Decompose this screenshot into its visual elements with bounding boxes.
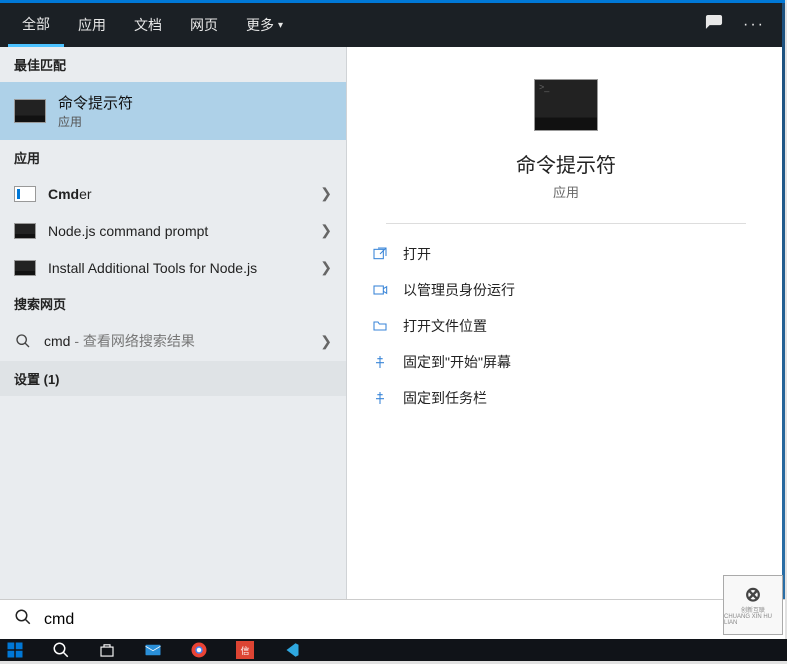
section-best-match: 最佳匹配 — [0, 47, 346, 82]
admin-icon — [371, 281, 389, 299]
result-web-search[interactable]: cmd - 查看网络搜索结果 ❯ — [0, 321, 346, 361]
search-input[interactable] — [44, 611, 771, 629]
cmder-icon — [14, 186, 36, 202]
preview-pane: 命令提示符 应用 打开 以管理员身份运行 — [347, 47, 785, 614]
actions-list: 打开 以管理员身份运行 打开文件位置 — [347, 236, 785, 416]
search-bar[interactable] — [0, 599, 785, 639]
scrollbar[interactable] — [782, 3, 785, 617]
search-icon — [14, 332, 32, 350]
taskbar: 信 — [0, 639, 787, 661]
preview-subtitle: 应用 — [553, 182, 579, 201]
tabs: 全部 应用 文档 网页 更多 ▾ — [8, 3, 297, 47]
tab-more-label: 更多 — [246, 15, 274, 35]
more-options-icon[interactable]: ··· — [743, 16, 765, 34]
results-pane: 最佳匹配 命令提示符 应用 应用 Cmder ❯ Node.js command… — [0, 47, 347, 614]
action-pin-taskbar[interactable]: 固定到任务栏 — [371, 380, 761, 416]
filter-bar: 全部 应用 文档 网页 更多 ▾ ··· — [0, 3, 785, 47]
best-match-subtitle: 应用 — [58, 113, 133, 130]
search-window: 全部 应用 文档 网页 更多 ▾ ··· 最佳匹配 命令提示符 应用 — [0, 0, 785, 614]
mail-icon[interactable] — [144, 641, 162, 659]
section-apps: 应用 — [0, 140, 346, 175]
chevron-right-icon: ❯ — [320, 333, 332, 350]
preview-terminal-icon — [534, 79, 598, 131]
search-icon — [14, 608, 32, 631]
tab-apps[interactable]: 应用 — [64, 3, 120, 47]
chrome-icon[interactable] — [190, 641, 208, 659]
action-pin-start-label: 固定到"开始"屏幕 — [403, 352, 511, 372]
tab-docs[interactable]: 文档 — [120, 3, 176, 47]
tab-web[interactable]: 网页 — [176, 3, 232, 47]
result-web-search-label: cmd - 查看网络搜索结果 — [44, 331, 308, 351]
vscode-icon[interactable] — [282, 641, 300, 659]
best-match-title: 命令提示符 — [58, 92, 133, 113]
folder-icon — [371, 317, 389, 335]
action-open-label: 打开 — [403, 244, 431, 264]
pin-icon — [371, 353, 389, 371]
best-match-text: 命令提示符 应用 — [58, 92, 133, 130]
watermark-text-bottom: CHUANG XIN HU LIAN — [724, 614, 782, 626]
search-taskbar-icon[interactable] — [52, 641, 70, 659]
open-icon — [371, 245, 389, 263]
result-install-tools[interactable]: Install Additional Tools for Node.js ❯ — [0, 249, 346, 286]
action-run-admin-label: 以管理员身份运行 — [403, 280, 515, 300]
tab-all[interactable]: 全部 — [8, 3, 64, 47]
store-icon[interactable] — [98, 641, 116, 659]
divider — [386, 223, 745, 224]
terminal-icon — [14, 99, 46, 123]
start-icon[interactable] — [6, 641, 24, 659]
terminal-icon — [14, 260, 36, 276]
app-icon[interactable]: 信 — [236, 641, 254, 659]
best-match-item[interactable]: 命令提示符 应用 — [0, 82, 346, 140]
action-open-location[interactable]: 打开文件位置 — [371, 308, 761, 344]
pin-icon — [371, 389, 389, 407]
result-cmder-label: Cmder — [48, 186, 308, 202]
action-open[interactable]: 打开 — [371, 236, 761, 272]
tab-more[interactable]: 更多 ▾ — [232, 3, 297, 47]
chevron-right-icon: ❯ — [320, 185, 332, 202]
result-cmder[interactable]: Cmder ❯ — [0, 175, 346, 212]
result-node-prompt[interactable]: Node.js command prompt ❯ — [0, 212, 346, 249]
action-pin-taskbar-label: 固定到任务栏 — [403, 388, 487, 408]
chevron-right-icon: ❯ — [320, 222, 332, 239]
top-right-controls: ··· — [705, 14, 777, 37]
action-open-location-label: 打开文件位置 — [403, 316, 487, 336]
watermark-text-top: 创新互联 — [741, 605, 765, 614]
action-pin-start[interactable]: 固定到"开始"屏幕 — [371, 344, 761, 380]
terminal-icon — [14, 223, 36, 239]
watermark-logo: ⊗ — [745, 585, 762, 605]
chevron-right-icon: ❯ — [320, 259, 332, 276]
result-install-tools-label: Install Additional Tools for Node.js — [48, 260, 308, 276]
watermark: ⊗ 创新互联 CHUANG XIN HU LIAN — [723, 575, 783, 635]
feedback-icon[interactable] — [705, 14, 723, 37]
section-settings[interactable]: 设置 (1) — [0, 361, 346, 396]
chevron-down-icon: ▾ — [278, 20, 283, 31]
body: 最佳匹配 命令提示符 应用 应用 Cmder ❯ Node.js command… — [0, 47, 785, 614]
preview-title: 命令提示符 — [516, 149, 616, 178]
action-run-admin[interactable]: 以管理员身份运行 — [371, 272, 761, 308]
result-node-prompt-label: Node.js command prompt — [48, 223, 308, 239]
svg-text:信: 信 — [241, 645, 250, 656]
section-search-web: 搜索网页 — [0, 286, 346, 321]
